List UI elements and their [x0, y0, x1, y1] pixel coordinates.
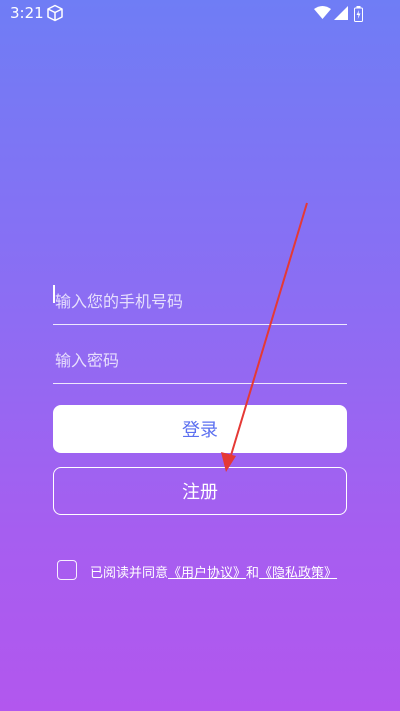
status-bar: 3:21	[0, 0, 400, 28]
status-time: 3:21	[10, 4, 44, 22]
register-button-label: 注册	[182, 482, 218, 503]
battery-icon	[354, 6, 363, 22]
login-button[interactable]: 登录	[53, 405, 347, 453]
password-input[interactable]	[53, 350, 351, 371]
privacy-policy-link[interactable]: 《隐私政策》	[259, 566, 337, 581]
password-field[interactable]	[53, 335, 351, 384]
agreement-prefix: 已阅读并同意	[90, 566, 169, 581]
status-icons	[314, 6, 370, 22]
cube-icon	[47, 4, 63, 22]
agreement-and: 和	[246, 566, 260, 581]
login-button-label: 登录	[182, 420, 218, 441]
user-agreement-link[interactable]: 《用户协议》	[168, 566, 246, 581]
agreement-text: 已阅读并同意《用户协议》和《隐私政策》	[90, 562, 337, 581]
signal-icon	[334, 6, 348, 20]
register-button[interactable]: 注册	[53, 467, 347, 515]
wifi-icon	[314, 6, 331, 19]
phone-field[interactable]	[53, 276, 351, 325]
phone-input[interactable]	[53, 291, 351, 312]
agreement-checkbox[interactable]	[57, 560, 77, 580]
